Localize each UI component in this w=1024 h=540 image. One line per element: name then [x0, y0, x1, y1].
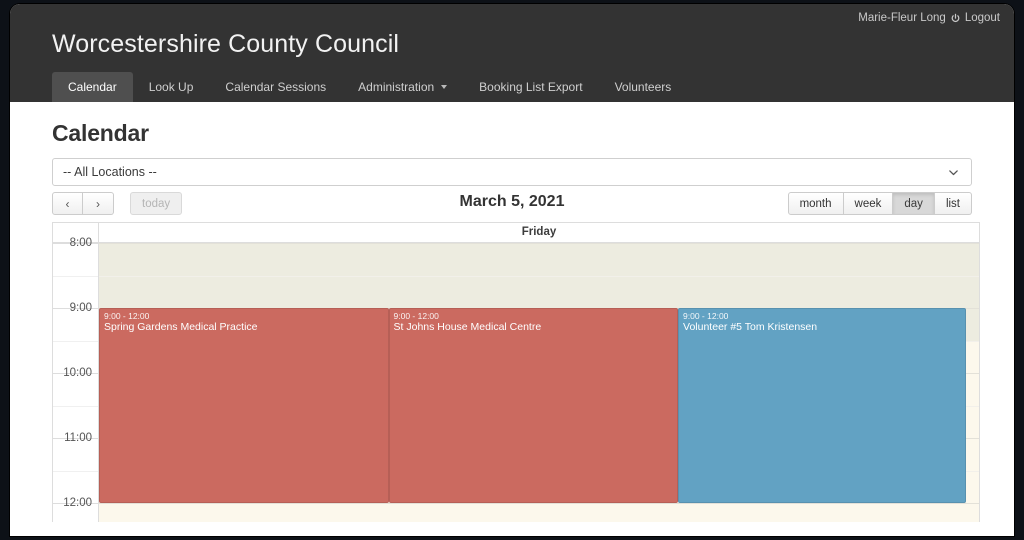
nav-item-label: Calendar Sessions: [225, 80, 327, 94]
calendar-grid: Friday 8:00 9:00 10:00 11:00 12:00 9:00 …: [52, 222, 980, 522]
nav-item-calendar[interactable]: Calendar: [52, 72, 133, 102]
view-button-month[interactable]: month: [787, 192, 844, 215]
event-time: 9:00 - 12:00: [393, 311, 439, 321]
event-title: St Johns House Medical Centre: [393, 321, 542, 333]
nav-item-volunteers[interactable]: Volunteers: [599, 72, 688, 102]
event-title: Volunteer #5 Tom Kristensen: [683, 321, 818, 333]
nav-item-label: Calendar: [68, 80, 117, 94]
time-label: 12:00: [63, 497, 92, 509]
nav-item-label: Administration: [358, 80, 435, 94]
page-content: Calendar -- All Locations -- ‹ › today M…: [10, 102, 1014, 536]
event-time: 9:00 - 12:00: [104, 311, 150, 321]
calendar-toolbar: ‹ › today March 5, 2021 month week day l…: [52, 192, 972, 216]
time-slot: 9:00: [53, 302, 98, 341]
site-header: Marie-Fleur Long Logout Worcestershire C…: [10, 4, 1014, 102]
time-label: 8:00: [69, 237, 92, 249]
event-time: 9:00 - 12:00: [683, 311, 729, 321]
time-slot: 10:00: [53, 367, 98, 406]
nav-item-label: Look Up: [148, 80, 194, 94]
logout-link[interactable]: Logout: [965, 12, 1000, 24]
location-filter-value: -- All Locations --: [63, 165, 157, 179]
calendar-day-header-row: Friday: [53, 223, 979, 243]
view-button-week[interactable]: week: [843, 192, 894, 215]
calendar-events: 9:00 - 12:00 Spring Gardens Medical Prac…: [99, 243, 979, 522]
calendar-event[interactable]: 9:00 - 12:00 Spring Gardens Medical Prac…: [99, 308, 389, 503]
nav-item-label: Volunteers: [614, 80, 672, 94]
calendar-time-axis: 8:00 9:00 10:00 11:00 12:00: [53, 237, 99, 522]
chevron-down-icon: [441, 85, 448, 89]
site-brand-title: Worcestershire County Council: [52, 30, 400, 58]
calendar-view-switcher: month week day list: [787, 192, 972, 215]
screen: Marie-Fleur Long Logout Worcestershire C…: [0, 0, 1024, 540]
view-button-day[interactable]: day: [893, 192, 935, 215]
time-label: 10:00: [63, 367, 92, 379]
nav-item-label: Booking List Export: [479, 80, 583, 94]
calendar-time-grid: 8:00 9:00 10:00 11:00 12:00 9:00 - 12:00…: [53, 237, 979, 522]
calendar-event[interactable]: 9:00 - 12:00 Volunteer #5 Tom Kristensen: [678, 308, 966, 503]
event-title: Spring Gardens Medical Practice: [104, 321, 258, 333]
main-navigation: Calendar Look Up Calendar Sessions Admin…: [52, 72, 687, 102]
user-name: Marie-Fleur Long: [858, 12, 946, 24]
calendar-day-column[interactable]: 9:00 - 12:00 Spring Gardens Medical Prac…: [99, 243, 979, 522]
time-label: 9:00: [69, 302, 92, 314]
page-title: Calendar: [52, 120, 149, 146]
calendar-event[interactable]: 9:00 - 12:00 St Johns House Medical Cent…: [388, 308, 679, 503]
browser-window: Marie-Fleur Long Logout Worcestershire C…: [10, 4, 1014, 536]
location-filter-select[interactable]: -- All Locations --: [52, 158, 972, 186]
nav-item-look-up[interactable]: Look Up: [133, 72, 210, 102]
chevron-down-icon: [948, 167, 959, 178]
calendar-day-header[interactable]: Friday: [99, 223, 979, 242]
nav-item-booking-list-export[interactable]: Booking List Export: [463, 72, 598, 102]
view-button-list[interactable]: list: [934, 192, 972, 215]
time-slot: 11:00: [53, 432, 98, 471]
nav-item-calendar-sessions[interactable]: Calendar Sessions: [209, 72, 342, 102]
time-label: 11:00: [64, 432, 92, 444]
time-slot: 8:00: [53, 237, 98, 276]
user-session-strip: Marie-Fleur Long Logout: [858, 12, 1000, 24]
nav-item-administration[interactable]: Administration: [342, 72, 463, 102]
time-slot: 12:00: [53, 497, 98, 522]
power-icon: [950, 13, 961, 24]
